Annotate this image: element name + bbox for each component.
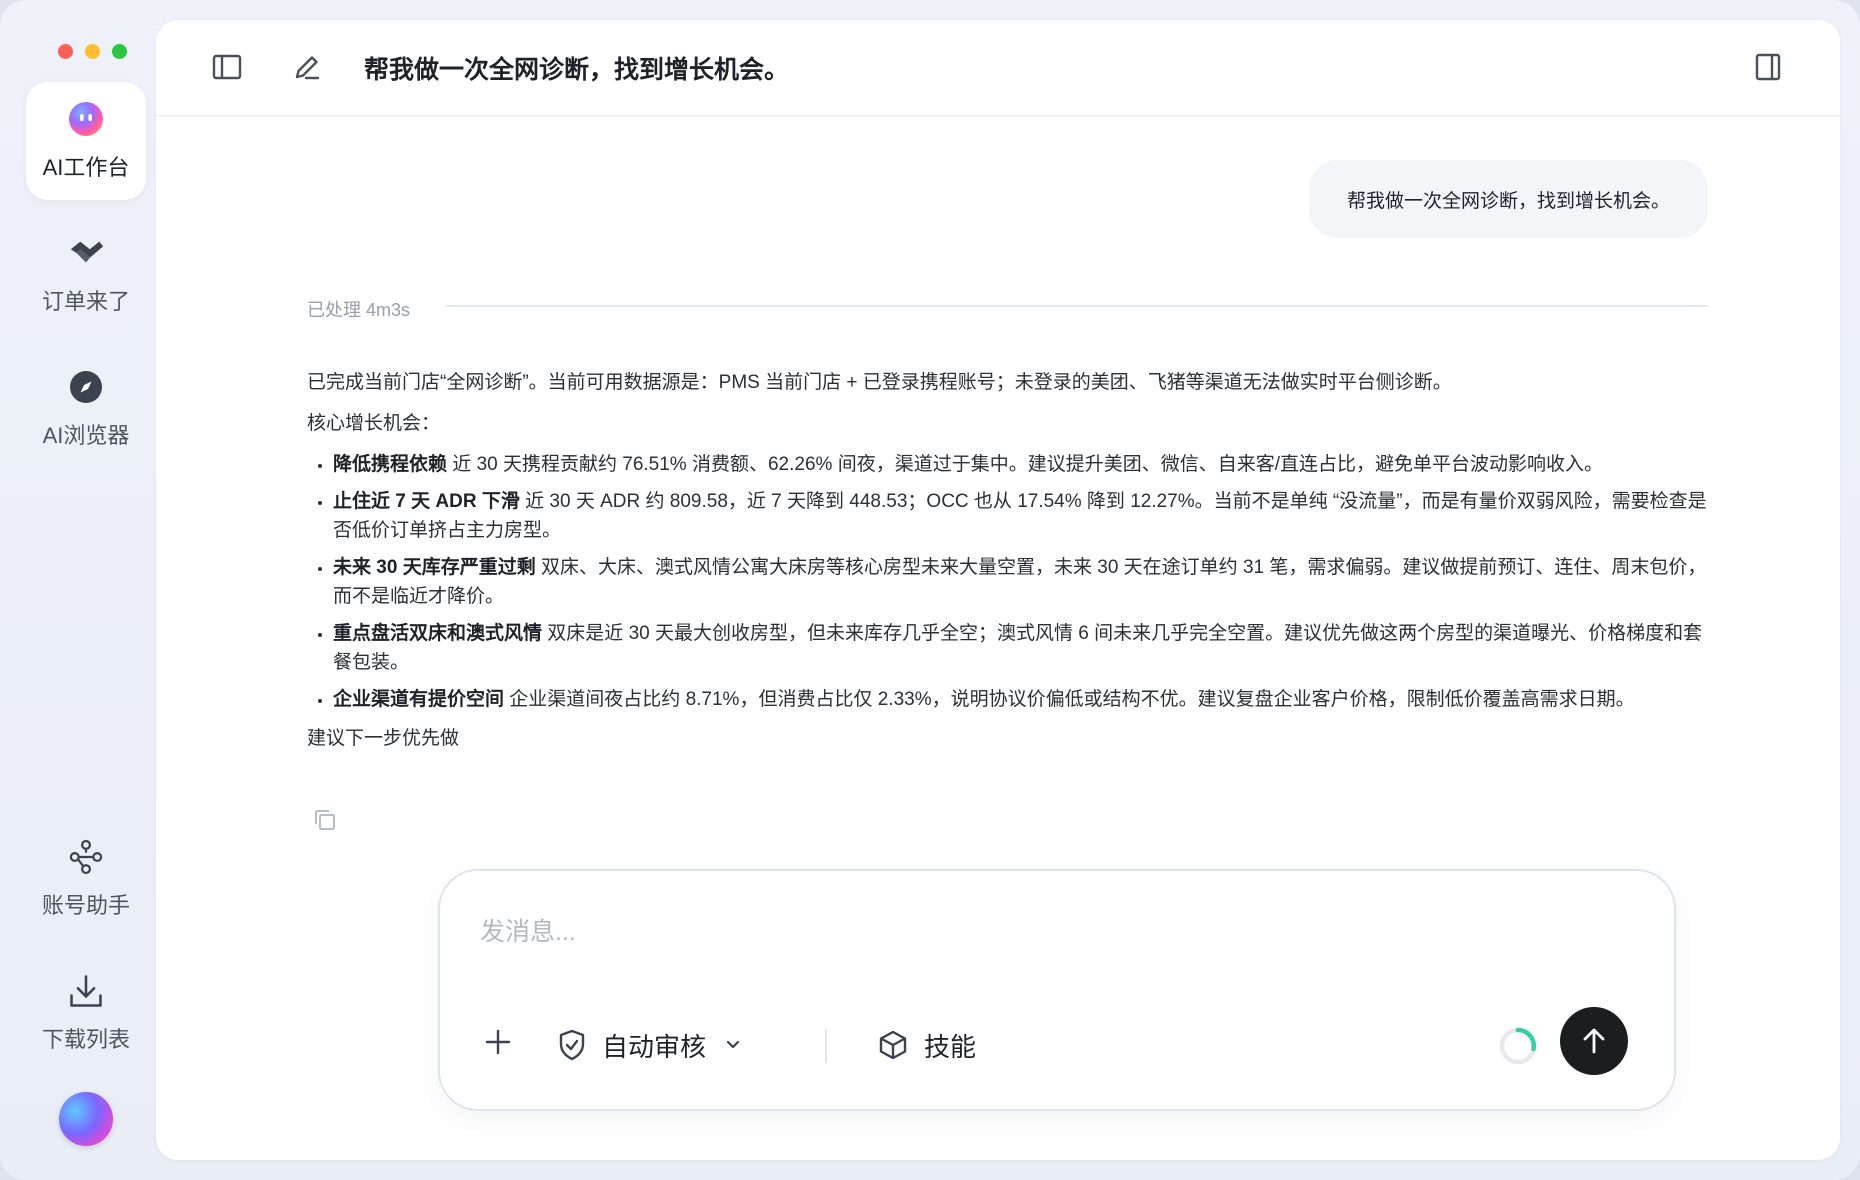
list-item-title: 未来 30 天库存严重过剩 xyxy=(333,557,536,578)
auto-review-label: 自动审核 xyxy=(602,1031,707,1062)
list-item-text: 近 30 天携程贡献约 76.51% 消费额、62.26% 间夜，渠道过于集中。… xyxy=(447,454,1603,475)
sidebar-item-label: AI浏览器 xyxy=(42,423,130,448)
growth-opportunity-list: 降低携程依赖 近 30 天携程贡献约 76.51% 消费额、62.26% 间夜，… xyxy=(307,450,1707,714)
message-composer: 自动审核 技能 xyxy=(438,869,1676,1111)
list-item: 止住近 7 天 ADR 下滑 近 30 天 ADR 约 809.58，近 7 天… xyxy=(333,487,1707,545)
page-title: 帮我做一次全网诊断，找到增长机会。 xyxy=(364,56,790,84)
app-window: AI工作台 订单来了 AI浏览器 账号助手 下载列表 帮我做一次全网诊断，找到增… xyxy=(0,0,1860,1180)
sidebar-item-label: 订单来了 xyxy=(41,289,130,314)
list-item-text: 企业渠道间夜占比约 8.71%，但消费占比仅 2.33%，说明协议价偏低或结构不… xyxy=(504,689,1635,710)
answer-section-title: 核心增长机会： xyxy=(307,413,441,434)
sidebar-item-ai-workbench[interactable]: AI工作台 xyxy=(26,82,146,200)
cube-icon xyxy=(878,1030,908,1060)
answer-intro: 已完成当前门店“全网诊断”。当前可用数据源是：PMS 当前门店 + 已登录携程账… xyxy=(307,372,1452,393)
top-bar: 帮我做一次全网诊断，找到增长机会。 xyxy=(156,20,1840,116)
arrow-up-icon xyxy=(1581,1027,1607,1055)
edit-icon[interactable] xyxy=(290,50,324,84)
copy-icon[interactable] xyxy=(313,808,339,834)
list-item: 降低携程依赖 近 30 天携程贡献约 76.51% 消费额、62.26% 间夜，… xyxy=(333,450,1707,479)
list-item-text: 近 30 天 ADR 约 809.58，近 7 天降到 448.53；OCC 也… xyxy=(333,491,1707,541)
shield-check-icon xyxy=(558,1029,586,1061)
message-input[interactable] xyxy=(478,911,1622,953)
compass-icon xyxy=(67,368,105,406)
right-panel-toggle-icon[interactable] xyxy=(1751,50,1785,84)
auto-review-dropdown[interactable]: 自动审核 xyxy=(558,1023,740,1067)
download-icon xyxy=(67,972,105,1010)
list-item-title: 重点盘活双床和澳式风情 xyxy=(333,623,543,644)
plus-icon xyxy=(484,1028,512,1063)
sidebar-item-label: AI工作台 xyxy=(42,155,130,180)
avatar[interactable] xyxy=(59,1092,113,1146)
assistant-answer: 已完成当前门店“全网诊断”。当前可用数据源是：PMS 当前门店 + 已登录携程账… xyxy=(307,368,1707,765)
chevron-down-icon xyxy=(726,1040,740,1050)
skills-label: 技能 xyxy=(924,1031,977,1062)
sidebar-item-orders[interactable]: 订单来了 xyxy=(26,216,146,334)
skills-button[interactable]: 技能 xyxy=(878,1023,976,1067)
ai-workbench-icon xyxy=(67,100,105,138)
sidebar-item-label: 下载列表 xyxy=(41,1027,130,1052)
divider xyxy=(825,1029,827,1063)
list-item: 重点盘活双床和澳式风情 双床是近 30 天最大创收房型，但未来库存几乎全空；澳式… xyxy=(333,619,1707,677)
account-network-icon xyxy=(67,838,105,876)
send-button[interactable] xyxy=(1560,1007,1628,1075)
answer-next-step: 建议下一步优先做 xyxy=(307,728,460,749)
sidebar: AI工作台 订单来了 AI浏览器 账号助手 下载列表 xyxy=(0,0,156,1180)
list-item: 企业渠道有提价空间 企业渠道间夜占比约 8.71%，但消费占比仅 2.33%，说… xyxy=(333,685,1707,714)
sidebar-item-downloads[interactable]: 下载列表 xyxy=(26,954,146,1072)
sidebar-item-ai-browser[interactable]: AI浏览器 xyxy=(26,350,146,468)
list-item-text: 双床、大床、澳式风情公寓大床房等核心房型未来大量空置，未来 30 天在途订单约 … xyxy=(333,557,1707,607)
divider xyxy=(446,305,1708,307)
order-logo-icon xyxy=(67,234,105,272)
user-message-bubble: 帮我做一次全网诊断，找到增长机会。 xyxy=(1308,160,1708,238)
list-item-title: 止住近 7 天 ADR 下滑 xyxy=(333,491,520,512)
sidebar-item-account-assistant[interactable]: 账号助手 xyxy=(26,820,146,938)
main-panel: 帮我做一次全网诊断，找到增长机会。 帮我做一次全网诊断，找到增长机会。 已处理 … xyxy=(156,20,1840,1160)
sidebar-item-label: 账号助手 xyxy=(41,893,130,918)
list-item-title: 降低携程依赖 xyxy=(333,454,448,475)
list-item: 未来 30 天库存严重过剩 双床、大床、澳式风情公寓大床房等核心房型未来大量空置… xyxy=(333,553,1707,611)
sidebar-toggle-icon[interactable] xyxy=(210,50,244,84)
user-message-text: 帮我做一次全网诊断，找到增长机会。 xyxy=(1346,190,1670,212)
processed-time-label[interactable]: 已处理 4m3s xyxy=(307,296,410,322)
context-usage-indicator xyxy=(1498,1026,1538,1066)
list-item-title: 企业渠道有提价空间 xyxy=(333,689,505,710)
add-attachment-button[interactable] xyxy=(484,1023,512,1067)
